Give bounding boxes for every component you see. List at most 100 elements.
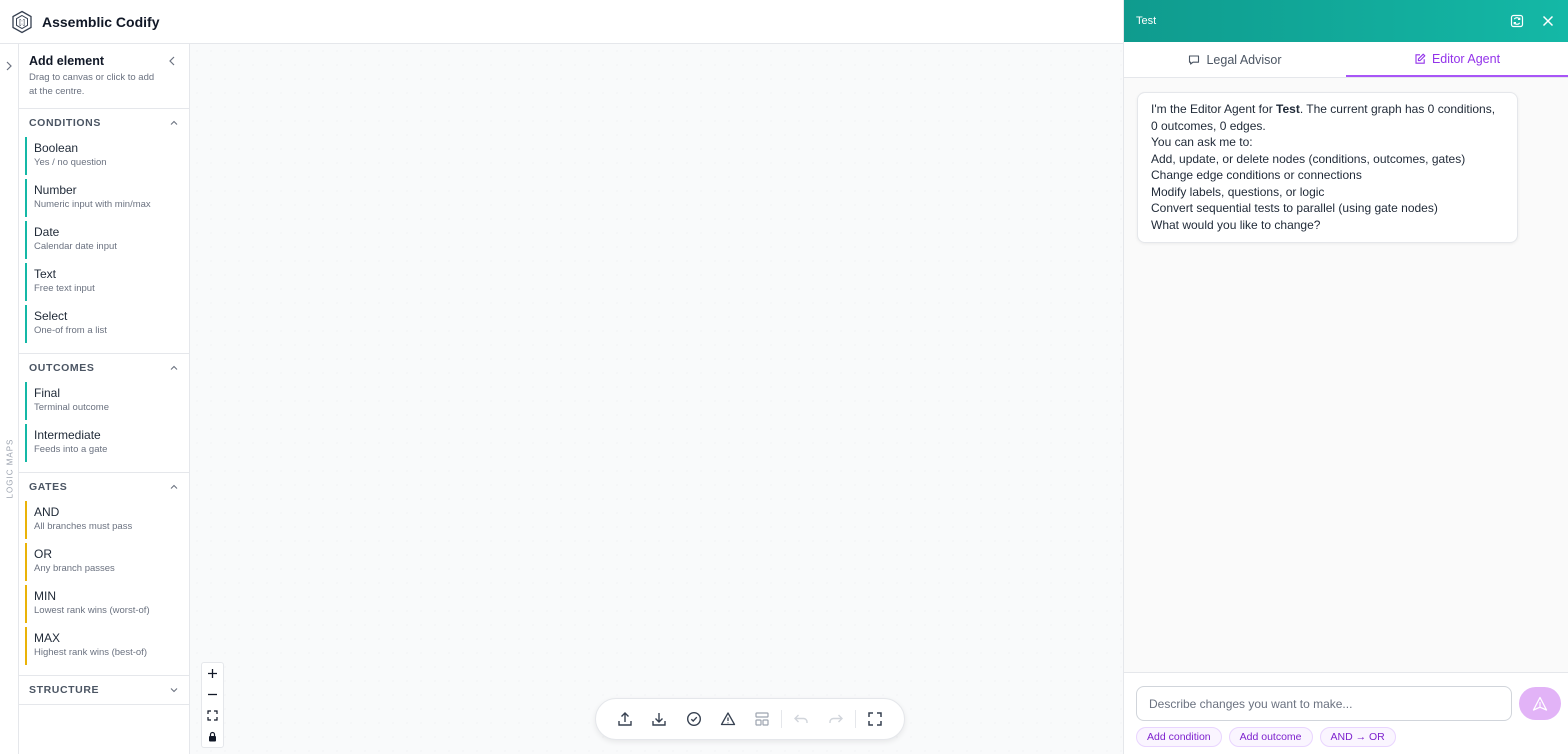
add-element-sidebar: Add element Drag to canvas or click to a… xyxy=(19,44,190,754)
element-item-min[interactable]: MIN Lowest rank wins (worst-of) xyxy=(25,585,189,623)
lock-icon xyxy=(209,731,216,742)
chip-add-outcome[interactable]: Add outcome xyxy=(1228,727,1313,747)
toolbar-divider xyxy=(854,710,856,728)
chevron-up-icon xyxy=(170,120,178,125)
undo-button[interactable] xyxy=(784,701,818,737)
section-gate: GATES AND All branches must pass OR Any bran… xyxy=(19,473,189,676)
graph-name: Test xyxy=(1276,102,1300,116)
close-icon[interactable] xyxy=(1540,13,1556,29)
element-description: Highest rank wins (best-of) xyxy=(34,647,147,658)
tab-legal-advisor[interactable]: Legal Advisor xyxy=(1124,42,1346,77)
section-title: STRUCTURE xyxy=(29,684,100,696)
top-bar: [:] Assemblic Codify xyxy=(0,0,1123,44)
message-line: Change edge conditions or connections xyxy=(1151,168,1362,182)
undo-icon xyxy=(794,714,809,723)
message-composer: Add condition Add outcome AND → OR xyxy=(1124,672,1568,754)
export-button[interactable] xyxy=(608,701,642,737)
element-label: MAX xyxy=(34,631,61,645)
element-item-text[interactable]: Text Free text input xyxy=(25,263,189,301)
download-icon xyxy=(652,713,667,726)
app-logo-icon: [:] xyxy=(12,10,32,33)
element-label: Date xyxy=(34,225,60,239)
section-header[interactable]: OUTCOMES xyxy=(19,354,189,382)
minus-icon xyxy=(208,693,217,696)
element-label: Select xyxy=(34,309,68,323)
redo-button[interactable] xyxy=(819,701,853,737)
rail-label: LOGIC MAPS xyxy=(5,438,15,498)
import-button[interactable] xyxy=(642,701,676,737)
element-item-date[interactable]: Date Calendar date input xyxy=(25,221,189,259)
section-structure: STRUCTURE xyxy=(19,676,189,705)
element-item-and[interactable]: AND All branches must pass xyxy=(25,501,189,539)
element-item-or[interactable]: OR Any branch passes xyxy=(25,543,189,581)
chevron-up-icon xyxy=(170,365,178,370)
section-header[interactable]: STRUCTURE xyxy=(19,676,189,704)
message-line: What would you like to change? xyxy=(1151,217,1321,232)
element-item-select[interactable]: Select One-of from a list xyxy=(25,305,189,343)
fit-view-icon xyxy=(207,710,218,721)
canvas-toolbar xyxy=(595,698,905,740)
refresh-icon[interactable] xyxy=(1509,13,1525,29)
message-input[interactable] xyxy=(1136,686,1512,721)
element-description: Feeds into a gate xyxy=(34,444,108,455)
zoom-controls xyxy=(201,662,224,748)
tab-label: Editor Agent xyxy=(1431,51,1501,66)
sidebar-title: Add element xyxy=(29,54,105,68)
element-item-boolean[interactable]: Boolean Yes / no question xyxy=(25,137,189,175)
chevron-right-icon[interactable] xyxy=(3,60,15,72)
element-label: AND xyxy=(34,505,60,519)
element-description: Free text input xyxy=(34,283,95,294)
element-label: Number xyxy=(34,183,77,197)
app-title: Assemblic Codify xyxy=(42,13,160,30)
logic-maps-rail[interactable]: LOGIC MAPS xyxy=(0,44,19,754)
layout-icon xyxy=(755,712,769,726)
chip-add-condition[interactable]: Add condition xyxy=(1136,727,1222,747)
section-header[interactable]: CONDITIONS xyxy=(19,109,189,137)
lock-button[interactable] xyxy=(202,726,223,747)
validate-button[interactable] xyxy=(677,701,711,737)
assistant-panel: Test Legal Advisor Editor Agent I'm the … xyxy=(1123,0,1568,754)
warnings-button[interactable] xyxy=(711,701,745,737)
warning-icon xyxy=(720,712,736,726)
fullscreen-icon xyxy=(868,712,882,726)
element-item-number[interactable]: Number Numeric input with min/max xyxy=(25,179,189,217)
chevron-left-icon[interactable] xyxy=(167,56,177,66)
element-description: All branches must pass xyxy=(34,521,133,532)
chevron-down-icon xyxy=(170,688,178,693)
sidebar-header: Add element Drag to canvas or click to a… xyxy=(19,44,189,109)
element-item-final[interactable]: Final Terminal outcome xyxy=(25,382,189,420)
message-line: Add, update, or delete nodes (conditions… xyxy=(1151,151,1466,166)
auto-layout-button[interactable] xyxy=(745,701,779,737)
graph-canvas[interactable] xyxy=(190,44,1123,754)
element-label: Final xyxy=(34,386,61,400)
toolbar-divider xyxy=(781,710,783,728)
message-intro: I'm the Editor Agent for Test. The curre… xyxy=(1151,102,1496,133)
tab-editor-agent[interactable]: Editor Agent xyxy=(1346,42,1568,77)
section-title: CONDITIONS xyxy=(29,117,101,129)
section-title: GATES xyxy=(29,481,68,493)
element-description: Numeric input with min/max xyxy=(34,199,151,210)
tab-label: Legal Advisor xyxy=(1206,52,1282,67)
panel-header: Test xyxy=(1124,0,1568,42)
fullscreen-button[interactable] xyxy=(858,701,892,737)
fit-view-button[interactable] xyxy=(202,705,223,726)
assistant-tabs: Legal Advisor Editor Agent xyxy=(1124,42,1568,78)
element-description: Lowest rank wins (worst-of) xyxy=(34,605,150,616)
zoom-out-button[interactable] xyxy=(202,684,223,705)
element-description: Yes / no question xyxy=(34,157,107,168)
element-label: Intermediate xyxy=(34,428,101,442)
chip-and-to-or[interactable]: AND → OR xyxy=(1319,727,1396,747)
zoom-in-button[interactable] xyxy=(202,663,223,684)
element-label: OR xyxy=(34,547,52,561)
section-header[interactable]: GATES xyxy=(19,473,189,501)
send-button[interactable] xyxy=(1519,687,1561,720)
message-line: Modify labels, questions, or logic xyxy=(1151,184,1325,199)
element-description: Calendar date input xyxy=(34,241,117,252)
redo-icon xyxy=(828,714,843,723)
agent-message: I'm the Editor Agent for Test. The curre… xyxy=(1137,92,1518,243)
element-item-max[interactable]: MAX Highest rank wins (best-of) xyxy=(25,627,189,665)
message-line: You can ask me to: xyxy=(1151,135,1253,149)
element-description: Terminal outcome xyxy=(34,402,109,413)
element-item-intermediate[interactable]: Intermediate Feeds into a gate xyxy=(25,424,189,462)
panel-title: Test xyxy=(1136,15,1157,27)
